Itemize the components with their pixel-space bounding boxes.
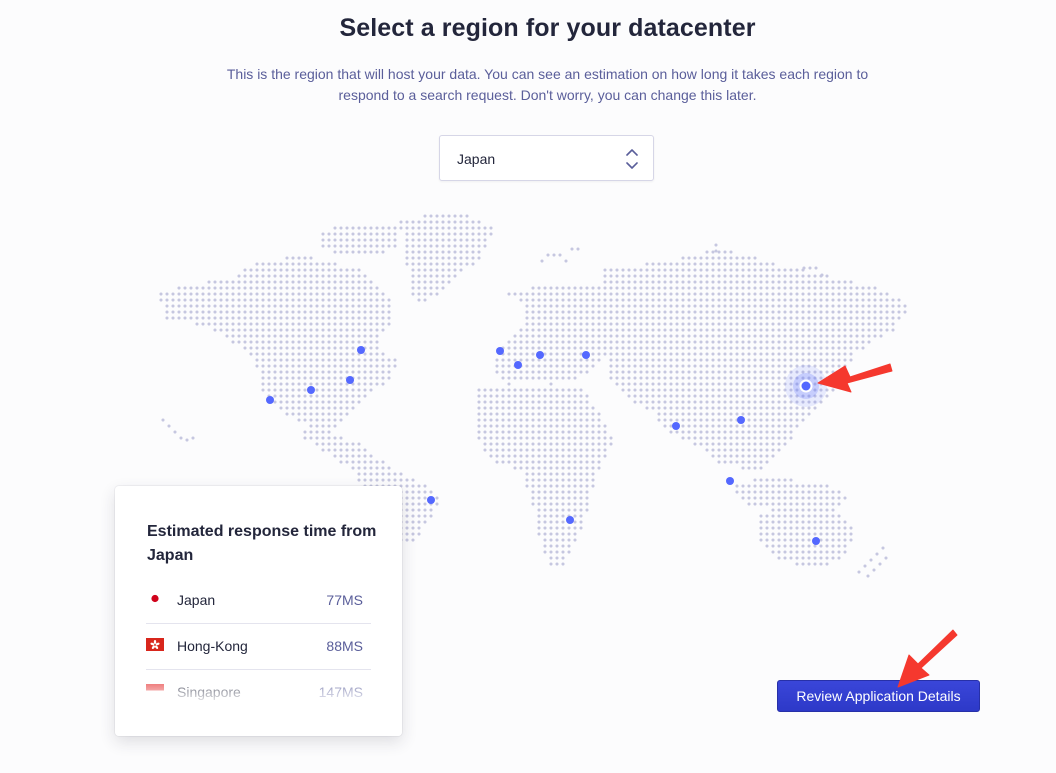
- japan-flag-icon: [146, 592, 164, 605]
- region-marker-south-africa[interactable]: [566, 516, 574, 524]
- region-marker-us-west[interactable]: [266, 396, 274, 404]
- page-title: Select a region for your datacenter: [339, 14, 756, 42]
- region-marker-us-central[interactable]: [307, 386, 315, 394]
- datacenter-region-page: Select a region for your datacenter This…: [0, 0, 1056, 773]
- region-marker-uk[interactable]: [496, 347, 504, 355]
- region-marker-canada[interactable]: [357, 346, 365, 354]
- select-chevrons-icon: [626, 149, 638, 169]
- region-select[interactable]: Japan: [439, 135, 654, 181]
- singapore-flag-icon: [146, 684, 164, 697]
- list-item: Hong-Kong 88MS: [146, 624, 371, 670]
- region-marker-russia[interactable]: [582, 351, 590, 359]
- region-marker-france[interactable]: [514, 361, 522, 369]
- region-name: Singapore: [177, 684, 241, 700]
- review-application-details-button[interactable]: Review Application Details: [777, 680, 980, 712]
- region-name: Hong-Kong: [177, 638, 248, 654]
- response-time-value: 77MS: [326, 592, 363, 608]
- hong-kong-flag-icon: [146, 638, 164, 651]
- response-time-card: Estimated response time from Japan Japan…: [115, 486, 402, 736]
- region-marker-australia[interactable]: [812, 537, 820, 545]
- region-marker-india[interactable]: [672, 422, 680, 430]
- region-name: Japan: [177, 592, 216, 608]
- response-time-title: Estimated response time from Japan: [147, 523, 377, 564]
- response-time-value: 88MS: [326, 638, 363, 654]
- region-marker-hong-kong[interactable]: [737, 416, 745, 424]
- region-marker-us-east[interactable]: [346, 376, 354, 384]
- page-subtitle: This is the region that will host your d…: [226, 66, 869, 103]
- region-marker-singapore[interactable]: [726, 477, 734, 485]
- region-marker-japan-selected[interactable]: [785, 365, 827, 407]
- annotation-arrow-button-icon: [897, 629, 958, 688]
- region-marker-brazil[interactable]: [427, 496, 435, 504]
- region-select-value: Japan: [457, 151, 496, 167]
- region-marker-germany[interactable]: [536, 351, 544, 359]
- list-item: Singapore 147MS: [146, 670, 371, 715]
- response-time-value: 147MS: [318, 684, 363, 700]
- list-item: Japan 77MS: [146, 578, 371, 624]
- response-time-list: Japan 77MS Hong-Kong 88MS Singapore 147M…: [146, 578, 371, 715]
